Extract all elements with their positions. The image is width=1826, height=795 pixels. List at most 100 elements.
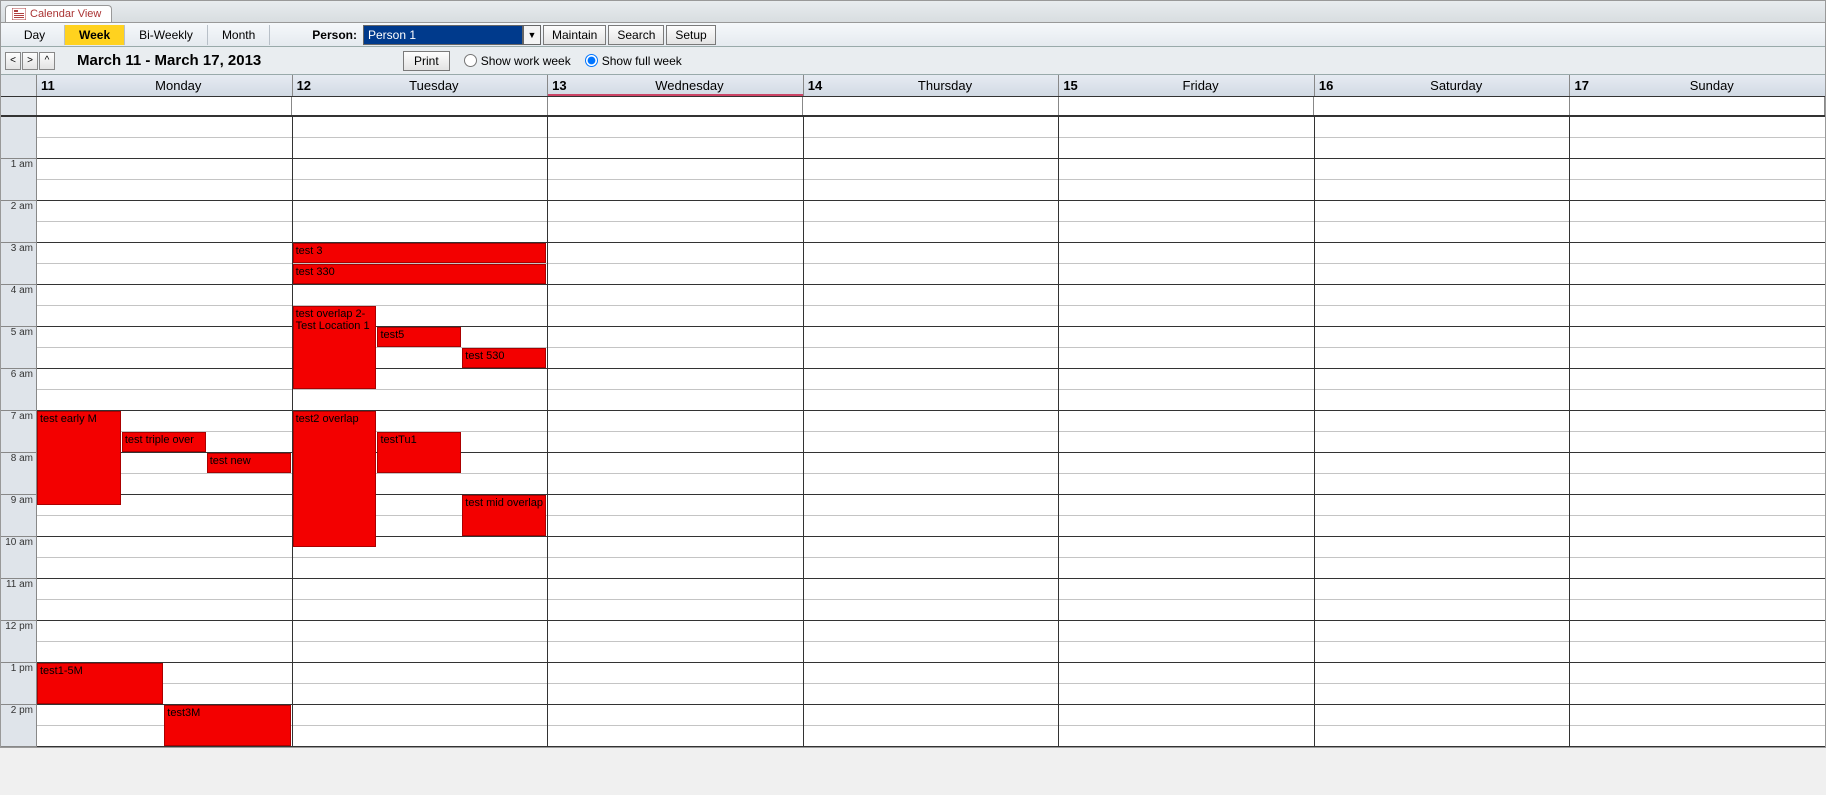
timeslot[interactable]	[1315, 201, 1570, 222]
timeslot[interactable]	[1570, 327, 1825, 348]
timeslot[interactable]	[1315, 264, 1570, 285]
timeslot[interactable]	[37, 579, 292, 600]
timeslot[interactable]	[1570, 453, 1825, 474]
timeslot[interactable]	[1570, 369, 1825, 390]
timeslot[interactable]	[548, 453, 803, 474]
timeslot[interactable]	[804, 600, 1059, 621]
day-column-tuesday[interactable]: test 3test 330test overlap 2- Test Locat…	[293, 117, 549, 747]
timeslot[interactable]	[804, 621, 1059, 642]
event[interactable]: test 530	[462, 348, 546, 368]
timeslot[interactable]	[1570, 201, 1825, 222]
allday-cell[interactable]	[803, 97, 1058, 115]
timeslot[interactable]	[804, 537, 1059, 558]
timeslot[interactable]	[1315, 684, 1570, 705]
timeslot[interactable]	[1059, 432, 1314, 453]
setup-button[interactable]: Setup	[666, 25, 715, 45]
event[interactable]: test2 overlap	[293, 411, 377, 547]
timeslot[interactable]	[293, 600, 548, 621]
timeslot[interactable]	[548, 495, 803, 516]
timeslot[interactable]	[804, 201, 1059, 222]
timeslot[interactable]	[293, 390, 548, 411]
timeslot[interactable]	[548, 705, 803, 726]
radio-work-week[interactable]	[464, 54, 477, 67]
timeslot[interactable]	[548, 369, 803, 390]
timeslot[interactable]	[548, 516, 803, 537]
event[interactable]: test new	[207, 453, 291, 473]
timeslot[interactable]	[293, 726, 548, 747]
person-dropdown-button[interactable]: ▼	[523, 25, 541, 45]
timeslot[interactable]	[1315, 285, 1570, 306]
timeslot[interactable]	[1059, 222, 1314, 243]
timeslot[interactable]	[804, 705, 1059, 726]
timeslot[interactable]	[1059, 117, 1314, 138]
timeslot[interactable]	[804, 180, 1059, 201]
timeslot[interactable]	[293, 180, 548, 201]
timeslot[interactable]	[293, 579, 548, 600]
timeslot[interactable]	[37, 558, 292, 579]
day-column-sunday[interactable]	[1570, 117, 1825, 747]
timeslot[interactable]	[1059, 264, 1314, 285]
timeslot[interactable]	[293, 159, 548, 180]
timeslot[interactable]	[1570, 558, 1825, 579]
allday-cell[interactable]	[548, 97, 803, 115]
timeslot[interactable]	[1315, 558, 1570, 579]
timeslot[interactable]	[37, 642, 292, 663]
timeslot[interactable]	[548, 348, 803, 369]
timeslot[interactable]	[37, 285, 292, 306]
timeslot[interactable]	[37, 138, 292, 159]
search-button[interactable]: Search	[608, 25, 664, 45]
timeslot[interactable]	[1315, 705, 1570, 726]
timeslot[interactable]	[548, 663, 803, 684]
allday-cell[interactable]	[292, 97, 547, 115]
timeslot[interactable]	[37, 348, 292, 369]
timeslot[interactable]	[1059, 495, 1314, 516]
timeslot[interactable]	[1570, 600, 1825, 621]
timeslot[interactable]	[1570, 348, 1825, 369]
timeslot[interactable]	[548, 306, 803, 327]
timeslot[interactable]	[1570, 705, 1825, 726]
timeslot[interactable]	[548, 201, 803, 222]
timeslot[interactable]	[548, 285, 803, 306]
timeslot[interactable]	[293, 138, 548, 159]
timeslot[interactable]	[1315, 138, 1570, 159]
event[interactable]: test early M	[37, 411, 121, 505]
day-column-saturday[interactable]	[1315, 117, 1571, 747]
timeslot[interactable]	[1315, 180, 1570, 201]
radio-full-week[interactable]	[585, 54, 598, 67]
timeslot[interactable]	[1570, 117, 1825, 138]
timeslot[interactable]	[548, 327, 803, 348]
timeslot[interactable]	[293, 222, 548, 243]
timeslot[interactable]	[1570, 285, 1825, 306]
maintain-button[interactable]: Maintain	[543, 25, 606, 45]
event[interactable]: test mid overlap	[462, 495, 546, 536]
event[interactable]: test3M	[164, 705, 290, 746]
timeslot[interactable]	[804, 642, 1059, 663]
timeslot[interactable]	[548, 537, 803, 558]
timeslot[interactable]	[1315, 726, 1570, 747]
timeslot[interactable]	[293, 663, 548, 684]
timeslot[interactable]	[293, 621, 548, 642]
days-area[interactable]: test early Mtest triple overtest newtest…	[37, 117, 1825, 747]
timeslot[interactable]	[1570, 432, 1825, 453]
day-header-monday[interactable]: 11Monday	[37, 75, 293, 96]
timeslot[interactable]	[804, 663, 1059, 684]
timeslot[interactable]	[1570, 579, 1825, 600]
timeslot[interactable]	[804, 264, 1059, 285]
timeslot[interactable]	[548, 243, 803, 264]
timeslot[interactable]	[1315, 327, 1570, 348]
timeslot[interactable]	[804, 495, 1059, 516]
timeslot[interactable]	[1059, 474, 1314, 495]
timeslot[interactable]	[1315, 663, 1570, 684]
timeslot[interactable]	[37, 516, 292, 537]
timeslot[interactable]	[1315, 411, 1570, 432]
timeslot[interactable]	[1315, 621, 1570, 642]
timeslot[interactable]	[1315, 222, 1570, 243]
day-header-saturday[interactable]: 16Saturday	[1315, 75, 1571, 96]
day-header-tuesday[interactable]: 12Tuesday	[293, 75, 549, 96]
timeslot[interactable]	[1315, 432, 1570, 453]
timeslot[interactable]	[1059, 579, 1314, 600]
timeslot[interactable]	[804, 327, 1059, 348]
day-column-thursday[interactable]	[804, 117, 1060, 747]
timeslot[interactable]	[804, 453, 1059, 474]
timeslot[interactable]	[1059, 600, 1314, 621]
